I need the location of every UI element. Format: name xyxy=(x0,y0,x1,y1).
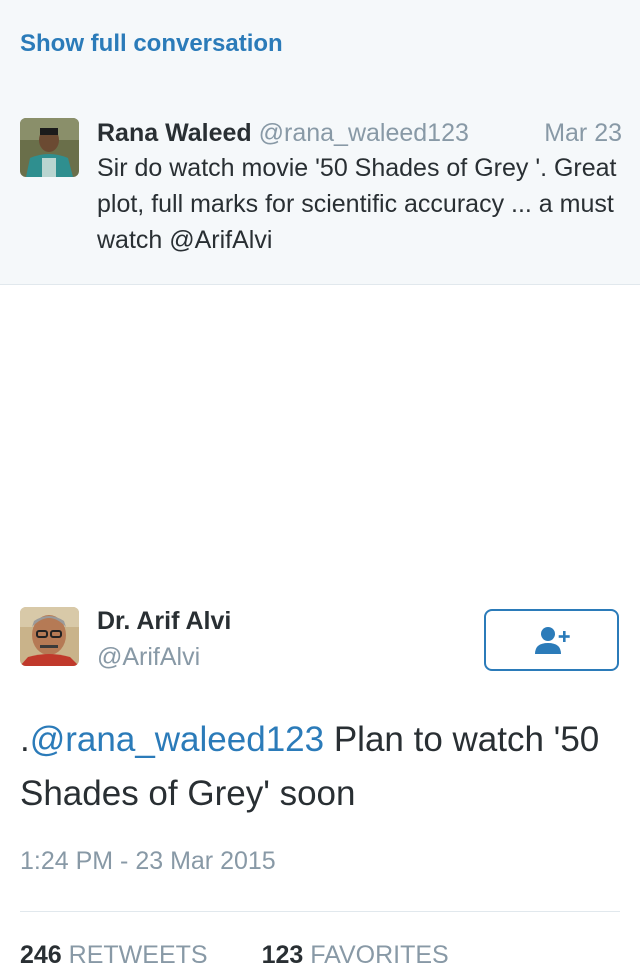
reply-author-name[interactable]: Rana Waleed xyxy=(97,119,252,147)
show-full-conversation-link[interactable]: Show full conversation xyxy=(20,30,283,58)
follow-button[interactable] xyxy=(484,609,619,671)
reply-author-handle[interactable]: @rana_waleed123 xyxy=(259,119,469,147)
follow-user-icon xyxy=(534,627,570,654)
main-author-name[interactable]: Dr. Arif Alvi xyxy=(97,607,231,636)
reply-date[interactable]: Mar 23 xyxy=(544,116,622,150)
tweet-timestamp[interactable]: 1:24 PM - 23 Mar 2015 xyxy=(20,847,276,876)
main-tweet-text: .@rana_waleed123 Plan to watch '50 Shade… xyxy=(20,713,620,821)
tweet-stats: 246 RETWEETS 123 FAVORITES xyxy=(20,941,449,970)
user-photo-icon xyxy=(20,607,79,666)
divider xyxy=(20,911,620,912)
favorites-count: 123 xyxy=(261,941,304,969)
favorites-stat[interactable]: 123 FAVORITES xyxy=(262,941,449,970)
retweets-stat[interactable]: 246 RETWEETS xyxy=(20,941,208,970)
tweet-text-prefix: . xyxy=(20,720,30,759)
favorites-label: FAVORITES xyxy=(310,941,449,969)
reply-text: Sir do watch movie '50 Shades of Grey '.… xyxy=(97,154,617,254)
avatar[interactable] xyxy=(20,118,79,177)
retweets-count: 246 xyxy=(20,941,62,969)
avatar[interactable] xyxy=(20,607,79,666)
mention-link[interactable]: @rana_waleed123 xyxy=(30,720,324,759)
user-photo-icon xyxy=(20,118,79,177)
retweets-label: RETWEETS xyxy=(68,941,208,969)
main-author-handle[interactable]: @ArifAlvi xyxy=(97,643,200,672)
conversation-context: Show full conversation Rana Waleed @rana… xyxy=(0,0,640,285)
